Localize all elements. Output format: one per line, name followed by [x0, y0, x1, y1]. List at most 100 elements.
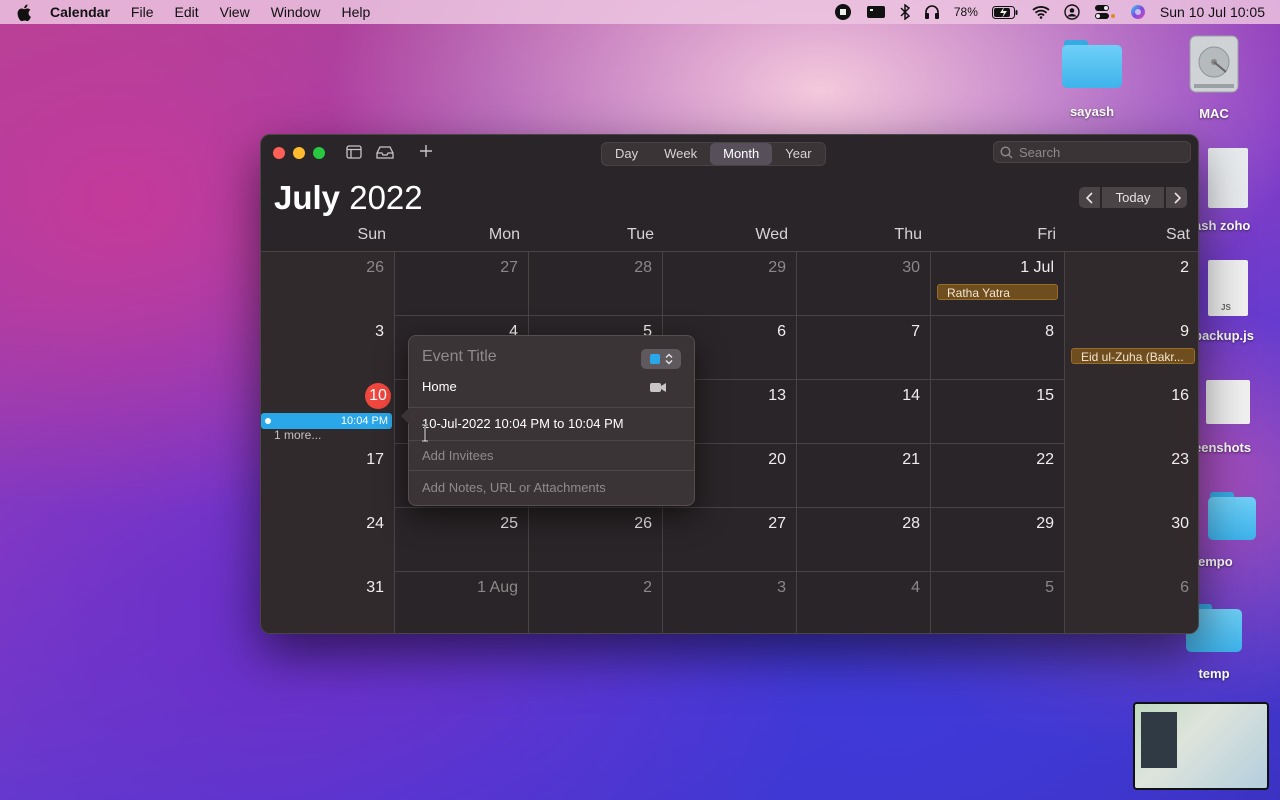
week-row: 26 27 28 29 30 1 Jul Ratha Yatra 2	[261, 252, 1198, 316]
menu-clock[interactable]: Sun 10 Jul 10:05	[1160, 4, 1265, 20]
divider	[409, 470, 694, 471]
menu-view[interactable]: View	[220, 4, 250, 20]
desktop-folder-sayash[interactable]: sayash	[1058, 40, 1126, 119]
day-cell[interactable]: 9 Eid ul-Zuha (Bakr...	[1065, 316, 1198, 380]
next-month-button[interactable]	[1166, 187, 1187, 208]
event-ratha-yatra[interactable]: Ratha Yatra	[937, 284, 1058, 300]
day-cell[interactable]: 29	[663, 252, 797, 316]
tab-month[interactable]: Month	[710, 143, 773, 165]
siri-icon[interactable]	[1130, 4, 1146, 20]
calendar-color-picker[interactable]	[641, 349, 681, 369]
menu-window[interactable]: Window	[271, 4, 321, 20]
desktop-icon-label: sayash	[1069, 104, 1115, 119]
desktop-folder-screenshots[interactable]: eenshots	[1194, 380, 1262, 455]
zoom-window-button[interactable]	[313, 147, 325, 159]
day-cell[interactable]: 30	[797, 252, 931, 316]
display-icon[interactable]	[866, 5, 886, 19]
day-cell[interactable]: 27	[395, 252, 529, 316]
day-cell[interactable]: 4	[797, 572, 931, 633]
day-cell[interactable]: 23	[1065, 444, 1198, 508]
minimize-window-button[interactable]	[293, 147, 305, 159]
menu-help[interactable]: Help	[342, 4, 371, 20]
close-window-button[interactable]	[273, 147, 285, 159]
more-events-link[interactable]: 1 more...	[274, 428, 321, 442]
video-call-icon[interactable]	[650, 380, 666, 398]
day-cell[interactable]: 24	[261, 508, 395, 572]
battery-icon[interactable]	[991, 5, 1018, 19]
screen-record-icon[interactable]	[834, 3, 852, 21]
tab-week[interactable]: Week	[651, 143, 710, 165]
day-cell[interactable]: 28	[529, 252, 663, 316]
day-cell[interactable]: 30	[1065, 508, 1198, 572]
day-cell[interactable]: 26	[529, 508, 663, 572]
desktop-file-backup[interactable]: JS backup.js	[1194, 260, 1262, 343]
add-notes-field[interactable]: Add Notes, URL or Attachments	[422, 480, 606, 495]
wifi-icon[interactable]	[1032, 5, 1050, 19]
day-number: 21	[902, 451, 920, 468]
add-invitees-field[interactable]: Add Invitees	[422, 448, 494, 463]
today-badge: 10	[365, 383, 391, 409]
day-cell[interactable]: 7	[797, 316, 931, 380]
day-cell[interactable]: 27	[663, 508, 797, 572]
day-cell[interactable]: 22	[931, 444, 1065, 508]
day-cell[interactable]: 17	[261, 444, 395, 508]
calendar-list-icon[interactable]	[346, 145, 362, 164]
day-cell[interactable]: 3	[663, 572, 797, 633]
apple-menu-icon[interactable]	[17, 4, 37, 21]
day-cell[interactable]: 28	[797, 508, 931, 572]
desktop-drive-mac[interactable]: MAC	[1180, 34, 1248, 121]
day-cell[interactable]: 5	[931, 572, 1065, 633]
calendar-name[interactable]: Home	[422, 379, 457, 394]
weekday-label: Sun	[357, 226, 386, 243]
day-cell[interactable]: 3	[261, 316, 395, 380]
day-cell[interactable]: 16	[1065, 380, 1198, 444]
day-cell[interactable]: 8	[931, 316, 1065, 380]
day-cell[interactable]: 6	[1065, 572, 1198, 633]
day-cell[interactable]: 25	[395, 508, 529, 572]
bluetooth-icon[interactable]	[900, 4, 910, 20]
file-type-badge: JS	[1221, 303, 1231, 312]
day-cell[interactable]: 14	[797, 380, 931, 444]
menu-file[interactable]: File	[131, 4, 154, 20]
ibeam-cursor-icon	[420, 423, 430, 447]
day-number: 3	[777, 579, 786, 596]
day-cell-today[interactable]: 10 10:04 PM 1 more...	[261, 380, 395, 444]
event-date-time[interactable]: 10-Jul-2022 10:04 PM to 10:04 PM	[422, 416, 624, 431]
day-number: 4	[911, 579, 920, 596]
day-cell[interactable]: 26	[261, 252, 395, 316]
calendar-window: Day Week Month Year Search July 2022 Tod…	[260, 134, 1199, 634]
menu-edit[interactable]: Edit	[174, 4, 198, 20]
event-time: 10:04 PM	[340, 415, 388, 427]
today-button[interactable]: Today	[1102, 187, 1164, 208]
add-event-icon[interactable]	[419, 144, 433, 163]
day-cell[interactable]: 15	[931, 380, 1065, 444]
event-new-event[interactable]: 10:04 PM	[261, 413, 392, 429]
search-field[interactable]: Search	[993, 141, 1191, 163]
day-cell[interactable]: 31	[261, 572, 395, 633]
control-center-icon[interactable]	[1094, 4, 1116, 20]
user-account-icon[interactable]	[1064, 4, 1080, 20]
desktop-file-zoho[interactable]: ash zoho	[1194, 148, 1262, 233]
inbox-icon[interactable]	[376, 145, 394, 164]
year-label: 2022	[349, 179, 423, 216]
day-number: 13	[768, 387, 786, 404]
day-cell[interactable]: 2	[1065, 252, 1198, 316]
day-cell[interactable]: 21	[797, 444, 931, 508]
day-cell[interactable]: 2	[529, 572, 663, 633]
day-number: 15	[1036, 387, 1054, 404]
event-title-input[interactable]: Event Title	[422, 348, 497, 366]
headphones-icon[interactable]	[924, 4, 940, 20]
day-cell[interactable]: 29	[931, 508, 1065, 572]
screenshot-preview-thumbnail[interactable]	[1133, 702, 1269, 790]
day-cell[interactable]: 1 Jul Ratha Yatra	[931, 252, 1065, 316]
event-dot-icon	[265, 418, 271, 424]
day-number: 16	[1171, 387, 1189, 404]
day-number: 2	[643, 579, 652, 596]
tab-year[interactable]: Year	[772, 143, 824, 165]
menu-app-name[interactable]: Calendar	[50, 4, 110, 20]
day-cell[interactable]: 1 Aug	[395, 572, 529, 633]
desktop-folder-tempo[interactable]: empo	[1198, 492, 1266, 569]
event-eid-ul-zuha[interactable]: Eid ul-Zuha (Bakr...	[1071, 348, 1195, 364]
tab-day[interactable]: Day	[602, 143, 651, 165]
previous-month-button[interactable]	[1079, 187, 1100, 208]
